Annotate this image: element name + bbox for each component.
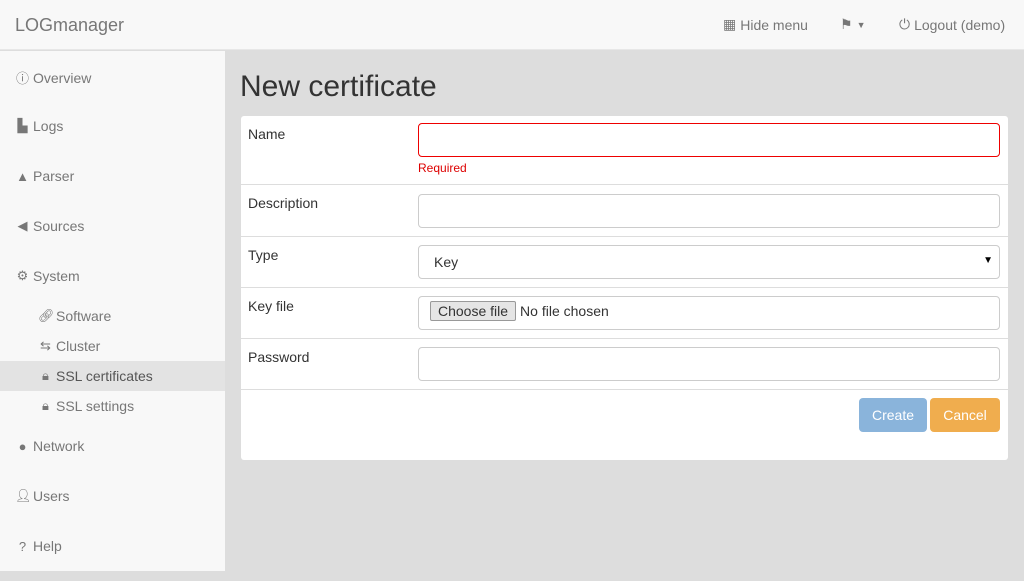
globe-icon: ● xyxy=(18,438,27,454)
sidebar-item-ssl-settings[interactable]: 🔒︎ SSL settings xyxy=(0,391,225,421)
required-error: Required xyxy=(418,161,467,175)
sidebar-item-sources[interactable]: ◀ Sources xyxy=(15,218,85,234)
label: Parser xyxy=(33,168,75,184)
label: SSL settings xyxy=(56,398,135,414)
sidebar-item-ssl-certificates[interactable]: 🔒︎ SSL certificates xyxy=(0,361,225,391)
info-icon: ⓘ xyxy=(15,71,29,86)
sidebar: ⓘ Overview ▙ Logs ▲ Parser ◀ Sources ⚙ System… xyxy=(0,51,225,571)
retweet-icon: ⇆ xyxy=(40,338,51,353)
hide-menu-button[interactable]: ▦ Hide menu xyxy=(723,16,808,33)
gear-icon: ⚙ xyxy=(16,268,29,283)
password-input[interactable] xyxy=(418,347,1000,381)
type-select[interactable]: Key ▼ xyxy=(418,245,1000,279)
choose-file-button[interactable]: Choose file xyxy=(430,301,517,321)
sidebar-item-cluster[interactable]: ⇆ Cluster xyxy=(0,331,225,361)
label: Sources xyxy=(33,218,85,234)
keyfile-label: Key file xyxy=(248,298,294,314)
link-icon: 🔗︎ xyxy=(38,308,55,323)
description-row: Description xyxy=(241,185,1008,237)
power-icon: ⏻ xyxy=(899,16,911,32)
name-row: Name Required xyxy=(241,116,1008,185)
label: Logs xyxy=(33,118,64,134)
label: Overview xyxy=(33,69,92,86)
label: System xyxy=(33,268,80,284)
description-input[interactable] xyxy=(418,194,1000,228)
lock-icon: 🔒︎ xyxy=(42,398,49,413)
password-row: Password xyxy=(241,339,1008,390)
caret-down-icon: ▼ xyxy=(856,19,866,30)
sidebar-item-help[interactable]: ? Help xyxy=(15,538,62,554)
password-label: Password xyxy=(248,349,310,365)
type-row: Type Key ▼ xyxy=(241,237,1008,288)
label: SSL certificates xyxy=(56,368,153,384)
name-label: Name xyxy=(248,126,286,142)
language-dropdown[interactable]: ⚑ ▼ xyxy=(840,16,865,33)
road-icon: ▲ xyxy=(16,168,29,184)
type-label: Type xyxy=(248,247,279,263)
hide-menu-label: Hide menu xyxy=(740,16,808,33)
grid-icon: ▦ xyxy=(723,16,737,32)
sidebar-item-software[interactable]: 🔗︎ Software xyxy=(0,301,225,331)
page-title: New certificate xyxy=(240,70,437,103)
description-label: Description xyxy=(248,195,319,211)
file-icon: ▙ xyxy=(17,118,28,133)
brand[interactable]: LOGmanager xyxy=(15,15,124,36)
create-button[interactable]: Create xyxy=(859,398,927,432)
label: Users xyxy=(33,488,70,504)
logout-label: Logout (demo) xyxy=(914,16,1006,33)
cancel-button[interactable]: Cancel xyxy=(930,398,1000,432)
question-icon: ? xyxy=(18,538,27,554)
caret-down-icon: ▼ xyxy=(983,255,993,266)
certificate-form: Name Required Description Type Key ▼ Key … xyxy=(241,116,1008,460)
label: Help xyxy=(33,538,62,554)
type-value: Key xyxy=(434,254,459,270)
sidebar-item-overview[interactable]: ⓘ Overview xyxy=(15,68,91,87)
user-icon: 👤︎ xyxy=(15,488,32,503)
label: Cluster xyxy=(56,338,101,354)
name-input[interactable] xyxy=(418,123,1000,157)
keyfile-row: Key file Choose file No file chosen xyxy=(241,288,1008,339)
flag-icon: ⚑ xyxy=(840,16,853,32)
logout-button[interactable]: ⏻ Logout (demo) xyxy=(899,16,1005,33)
sidebar-item-network[interactable]: ● Network xyxy=(15,438,85,454)
keyfile-input[interactable]: Choose file No file chosen xyxy=(418,296,1000,330)
label: Software xyxy=(56,308,112,324)
sidebar-item-logs[interactable]: ▙ Logs xyxy=(15,118,64,134)
navbar: LOGmanager ▦ Hide menu ⚑ ▼ ⏻ Logout (demo) xyxy=(0,0,1024,50)
sidebar-item-system[interactable]: ⚙ System xyxy=(15,268,80,284)
sidebar-item-parser[interactable]: ▲ Parser xyxy=(15,168,74,184)
lock-icon: 🔒︎ xyxy=(42,368,49,383)
no-file-text: No file chosen xyxy=(520,303,609,319)
bullhorn-icon: ◀ xyxy=(17,218,28,233)
sidebar-item-users[interactable]: 👤︎ Users xyxy=(15,488,70,504)
label: Network xyxy=(33,438,85,454)
